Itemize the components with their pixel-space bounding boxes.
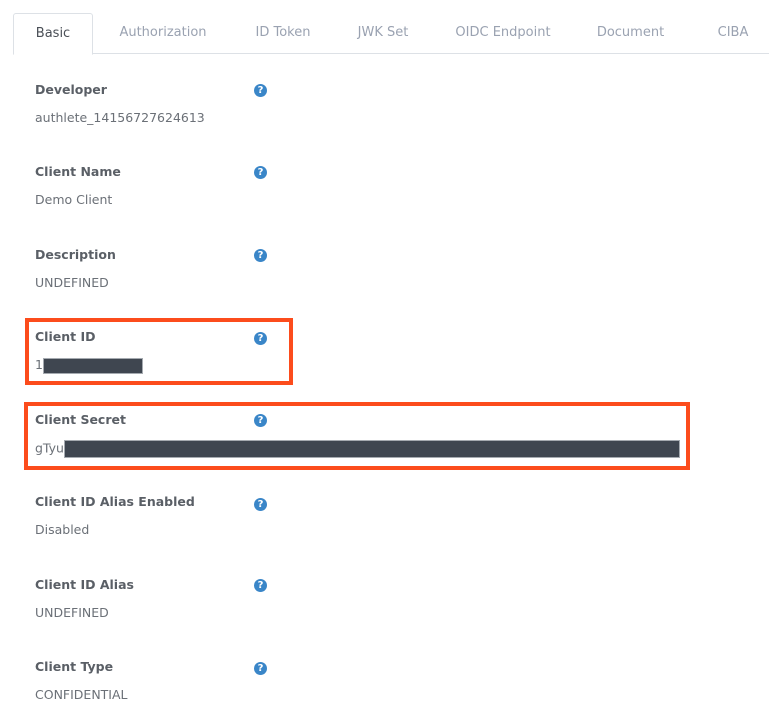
field-label: Client ID Alias [35, 577, 134, 592]
help-icon[interactable]: ? [254, 662, 267, 675]
redaction-bar [63, 440, 680, 458]
tab-id-token[interactable]: ID Token [238, 13, 328, 53]
tab-oidc-endpoint[interactable]: OIDC Endpoint [443, 13, 563, 53]
help-icon[interactable]: ? [254, 579, 267, 592]
field-developer: Developer authlete_14156727624613 [35, 82, 205, 125]
field-label: Client Secret [35, 412, 126, 427]
field-value: UNDEFINED [35, 275, 109, 290]
tab-document[interactable]: Document [583, 13, 678, 53]
field-description: Description UNDEFINED [35, 247, 116, 290]
tab-jwk-set[interactable]: JWK Set [343, 13, 423, 53]
field-client-name: Client Name Demo Client [35, 164, 121, 207]
field-value: Demo Client [35, 192, 113, 207]
field-value: CONFIDENTIAL [35, 687, 128, 702]
field-client-id: Client ID 1 [35, 329, 143, 374]
field-value-container: gTyu [35, 440, 680, 458]
redaction-bar [42, 357, 143, 374]
help-icon[interactable]: ? [254, 166, 267, 179]
field-value: authlete_14156727624613 [35, 110, 205, 125]
field-client-id-alias: Client ID Alias UNDEFINED [35, 577, 134, 620]
help-icon[interactable]: ? [254, 332, 267, 345]
field-client-id-alias-enabled: Client ID Alias Enabled Disabled [35, 494, 195, 537]
help-icon[interactable]: ? [254, 84, 267, 97]
help-icon[interactable]: ? [254, 249, 267, 262]
field-label: Description [35, 247, 116, 262]
field-value: gTyu [35, 440, 64, 456]
field-value-container: 1 [35, 357, 143, 374]
field-value: Disabled [35, 522, 90, 537]
field-client-type: Client Type CONFIDENTIAL [35, 659, 128, 702]
field-value: UNDEFINED [35, 605, 109, 620]
help-icon[interactable]: ? [254, 414, 267, 427]
tab-authorization[interactable]: Authorization [103, 13, 223, 53]
field-client-secret: Client Secret gTyu [35, 412, 680, 458]
help-icon[interactable]: ? [254, 498, 267, 511]
field-label: Client ID [35, 329, 96, 344]
tab-ciba[interactable]: CIBA [708, 13, 758, 53]
field-value: 1 [35, 357, 43, 372]
tab-bar: Basic Authorization ID Token JWK Set OID… [13, 13, 769, 55]
field-label: Developer [35, 82, 107, 97]
tab-basic[interactable]: Basic [13, 13, 93, 55]
field-label: Client Type [35, 659, 114, 674]
field-label: Client ID Alias Enabled [35, 494, 195, 509]
field-label: Client Name [35, 164, 121, 179]
